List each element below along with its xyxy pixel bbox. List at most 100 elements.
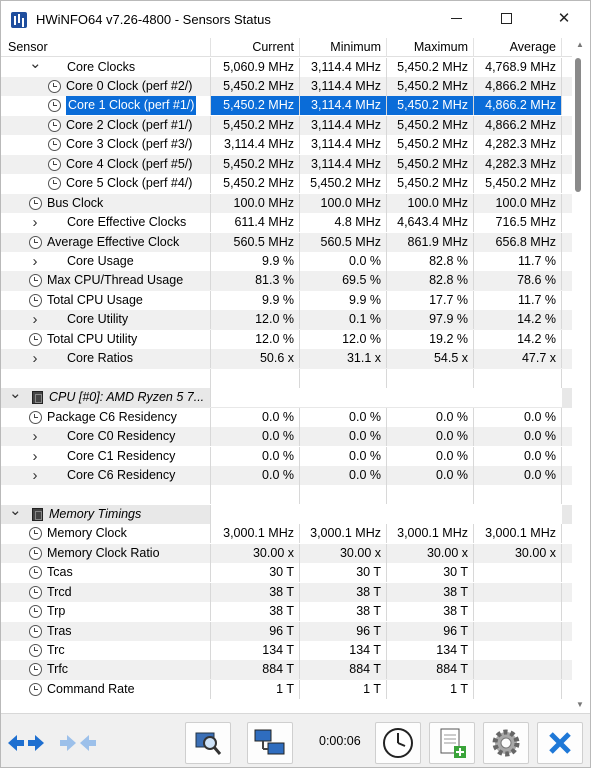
sensor-clock-icon: [29, 566, 42, 580]
maximize-button[interactable]: [483, 1, 529, 35]
sensor-label-cell: Total CPU Utility: [1, 329, 211, 349]
value-average: 0.0 %: [474, 446, 562, 466]
sensor-label-cell: Trc: [1, 641, 211, 660]
value-minimum: 1 T: [300, 679, 387, 699]
sensor-row[interactable]: Trfc 884 T 884 T 884 T: [1, 660, 572, 680]
expand-columns-button[interactable]: [55, 722, 101, 764]
scroll-down-arrow-icon[interactable]: ▼: [576, 700, 584, 709]
sensor-row[interactable]: Memory Clock 3,000.1 MHz 3,000.1 MHz 3,000.…: [1, 524, 572, 544]
sensor-label: Core 0 Clock (perf #2/): [66, 78, 193, 93]
network-share-button[interactable]: [247, 722, 293, 764]
chevron-right-icon[interactable]: ›: [29, 310, 41, 329]
scroll-up-arrow-icon[interactable]: ▲: [576, 40, 584, 49]
vertical-scrollbar[interactable]: ▲ ▼: [572, 38, 590, 711]
sensor-label-cell: Core 2 Clock (perf #1/): [1, 115, 211, 135]
sensor-row[interactable]: Command Rate 1 T1 T1 T: [1, 679, 572, 699]
sensor-row[interactable]: Trcd 38 T 38 T 38 T: [1, 582, 572, 603]
value-average: 4,768.9 MHz: [474, 57, 562, 77]
chevron-right-icon[interactable]: ›: [29, 252, 41, 271]
reset-timer-button[interactable]: [375, 722, 421, 764]
value-current: 9.9 %: [211, 290, 300, 310]
column-header-maximum[interactable]: Maximum: [387, 38, 474, 57]
chevron-right-icon[interactable]: ›: [29, 447, 41, 466]
sensor-row[interactable]: Total CPU Utility 12.0 % 12.0 % 19.2 % 14.2 …: [1, 329, 572, 349]
sensor-row[interactable]: Core 4 Clock (perf #5/) 5,450.2 MHz 3,114.…: [1, 154, 572, 175]
sensor-label: Core Ratios: [67, 351, 133, 366]
sensor-row[interactable]: Trc 134 T 134 T 134 T: [1, 641, 572, 660]
value-maximum: 30 T: [387, 563, 474, 583]
value-maximum: 96 T: [387, 621, 474, 641]
sensor-row[interactable]: Total CPU Usage 9.9 % 9.9 % 17.7 % 11.7 %: [1, 290, 572, 310]
elapsed-timer: 0:00:06: [319, 734, 361, 748]
value-minimum: 3,000.1 MHz: [300, 524, 387, 544]
sensor-row[interactable]: Bus Clock 100.0 MHz 100.0 MHz 100.0 MHz 100.…: [1, 193, 572, 214]
chevron-right-icon[interactable]: ›: [29, 466, 41, 485]
value-average: 47.7 x: [474, 349, 562, 369]
sensor-row[interactable]: Max CPU/Thread Usage 81.3 % 69.5 % 82.8 % 78…: [1, 271, 572, 291]
sensor-label-cell: › Core Ratios: [1, 349, 211, 369]
sensor-clock-icon: [29, 546, 42, 560]
value-current: [211, 504, 300, 524]
sensor-label-cell: › Core Effective Clocks: [1, 213, 211, 233]
value-current: 3,114.4 MHz: [211, 135, 300, 155]
value-current: 30 T: [211, 563, 300, 583]
sensor-clock-icon: [29, 235, 42, 249]
column-header-sensor[interactable]: Sensor: [1, 38, 211, 57]
chevron-down-icon[interactable]: ⌄: [9, 505, 22, 524]
sensor-row[interactable]: Package C6 Residency 0.0 % 0.0 % 0.0 % 0.0 %: [1, 407, 572, 427]
sensor-row[interactable]: [1, 485, 572, 505]
scrollbar-thumb[interactable]: [575, 58, 581, 192]
chevron-right-icon[interactable]: ›: [29, 427, 41, 446]
sensor-row[interactable]: › Core C6 Residency 0.0 % 0.0 % 0.0 % 0.0 %: [1, 465, 572, 486]
sensor-row[interactable]: Core 0 Clock (perf #2/) 5,450.2 MHz 3,114.…: [1, 76, 572, 97]
sensor-row[interactable]: Core 3 Clock (perf #3/) 3,114.4 MHz 3,114.…: [1, 135, 572, 155]
chevron-right-icon[interactable]: ›: [29, 349, 41, 368]
value-maximum: 5,450.2 MHz: [387, 76, 474, 96]
sensor-group-row[interactable]: ⌄ Memory Timings: [1, 504, 572, 525]
collapse-columns-button[interactable]: [3, 722, 49, 764]
value-average: [474, 582, 562, 602]
sensor-row[interactable]: [1, 368, 572, 388]
value-minimum: [300, 368, 387, 388]
column-header-average[interactable]: Average: [474, 38, 562, 57]
sensor-label-cell: › Core C1 Residency: [1, 446, 211, 466]
sensor-row[interactable]: › Core C0 Residency 0.0 % 0.0 % 0.0 % 0.0 %: [1, 427, 572, 447]
sensor-row[interactable]: Core 2 Clock (perf #1/) 5,450.2 MHz 3,114.…: [1, 115, 572, 136]
hwinfo-window: HWiNFO64 v7.26-4800 - Sensors Status ✕ S…: [0, 0, 591, 768]
close-sensors-button[interactable]: [537, 722, 583, 764]
value-minimum: 884 T: [300, 660, 387, 680]
sensor-row[interactable]: Core 5 Clock (perf #4/) 5,450.2 MHz 5,450.…: [1, 174, 572, 194]
title-bar: HWiNFO64 v7.26-4800 - Sensors Status ✕: [1, 1, 590, 38]
value-maximum: 17.7 %: [387, 290, 474, 310]
value-current: 5,060.9 MHz: [211, 57, 300, 77]
sensor-row[interactable]: › Core Usage 9.9 % 0.0 % 82.8 % 11.7 %: [1, 252, 572, 271]
sensor-row[interactable]: › Core Effective Clocks 611.4 MHz 4.8 MHz 4,…: [1, 213, 572, 233]
close-window-button[interactable]: ✕: [541, 1, 587, 35]
sensor-clock-icon: [48, 177, 61, 191]
sensor-row[interactable]: Tcas 30 T 30 T 30 T: [1, 563, 572, 583]
sensor-row[interactable]: › Core Utility 12.0 % 0.1 % 97.9 % 14.2 %: [1, 310, 572, 330]
sensor-label-cell: Core 5 Clock (perf #4/): [1, 174, 211, 194]
sensor-search-button[interactable]: [185, 722, 231, 764]
sensor-row[interactable]: Memory Clock Ratio 30.00 x 30.00 x 30.00 x3…: [1, 543, 572, 564]
chevron-down-icon[interactable]: ⌄: [9, 388, 22, 407]
sensor-row[interactable]: › Core C1 Residency 0.0 % 0.0 % 0.0 % 0.0 %: [1, 446, 572, 466]
value-average: [474, 621, 562, 641]
chevron-down-icon[interactable]: ⌄: [29, 58, 42, 77]
sensor-group-row[interactable]: ⌄ CPU [#0]: AMD Ryzen 5 7...: [1, 388, 572, 408]
value-minimum: 96 T: [300, 621, 387, 641]
sensor-row[interactable]: Trp 38 T 38 T 38 T: [1, 602, 572, 622]
sensor-label-cell: Trfc: [1, 660, 211, 680]
settings-button[interactable]: [483, 722, 529, 764]
sensor-row[interactable]: ⌄ Core Clocks 5,060.9 MHz 3,114.4 MHz 5,450.…: [1, 57, 572, 77]
column-header-minimum[interactable]: Minimum: [300, 38, 387, 57]
logging-button[interactable]: [429, 722, 475, 764]
sensor-row[interactable]: Core 1 Clock (perf #1/) 5,450.2 MHz 3,114.…: [1, 96, 572, 116]
sensor-row[interactable]: Average Effective Clock 560.5 MHz 560.5 MH…: [1, 232, 572, 252]
minimize-button[interactable]: [433, 1, 479, 35]
chevron-right-icon[interactable]: ›: [29, 213, 41, 232]
sensor-clock-icon: [48, 138, 61, 152]
sensor-row[interactable]: › Core Ratios 50.6 x 31.1 x 54.5 x 47.7 x: [1, 349, 572, 369]
column-header-current[interactable]: Current: [211, 38, 300, 57]
sensor-row[interactable]: Tras 96 T 96 T 96 T: [1, 621, 572, 641]
